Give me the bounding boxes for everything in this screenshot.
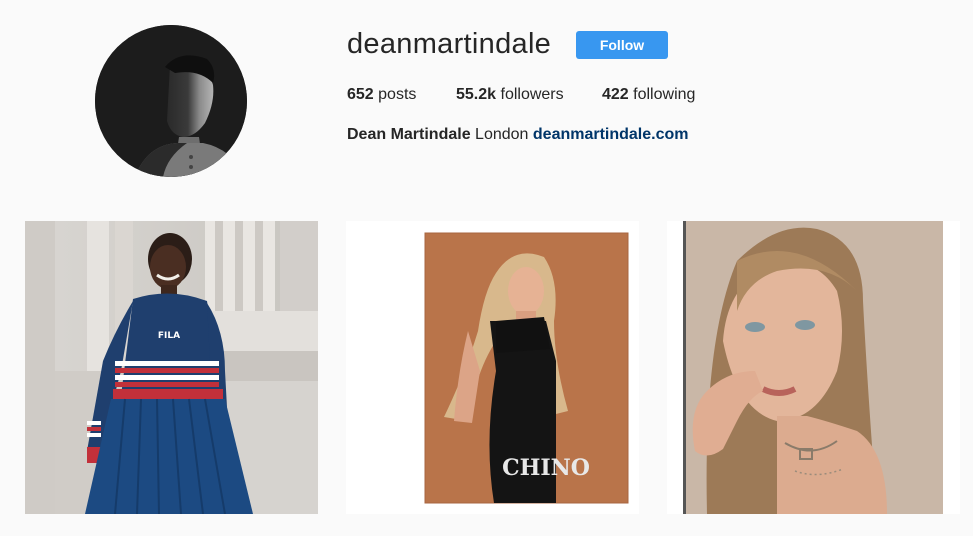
post-image-3 <box>667 221 960 514</box>
posts-stat[interactable]: 652 posts <box>347 86 416 104</box>
posts-count: 652 <box>347 86 374 103</box>
post-2-overlay-text: CHINO <box>502 455 590 481</box>
profile-full-name: Dean Martindale <box>347 126 471 143</box>
followers-label: followers <box>500 86 564 103</box>
post-tile-2[interactable]: CHINO <box>346 221 639 514</box>
profile-website-link[interactable]: deanmartindale.com <box>533 126 689 143</box>
profile-username: deanmartindale <box>347 28 552 60</box>
profile-location: London <box>475 126 529 143</box>
post-image-2: CHINO <box>346 221 639 514</box>
post-1-overlay-text: FILA <box>158 331 180 341</box>
follow-button[interactable]: Follow <box>576 31 668 59</box>
followers-stat[interactable]: 55.2k followers <box>456 86 564 104</box>
avatar-photo <box>95 25 247 177</box>
post-tile-3[interactable] <box>667 221 960 514</box>
profile-avatar[interactable] <box>95 25 247 177</box>
post-tile-1[interactable]: FILA <box>25 221 318 514</box>
following-stat[interactable]: 422 following <box>602 86 695 104</box>
followers-count: 55.2k <box>456 86 497 103</box>
profile-bio: Dean Martindale London deanmartindale.co… <box>347 126 689 144</box>
post-image-1: FILA <box>25 221 318 514</box>
following-label: following <box>633 86 696 103</box>
posts-label: posts <box>378 86 417 103</box>
following-count: 422 <box>602 86 629 103</box>
